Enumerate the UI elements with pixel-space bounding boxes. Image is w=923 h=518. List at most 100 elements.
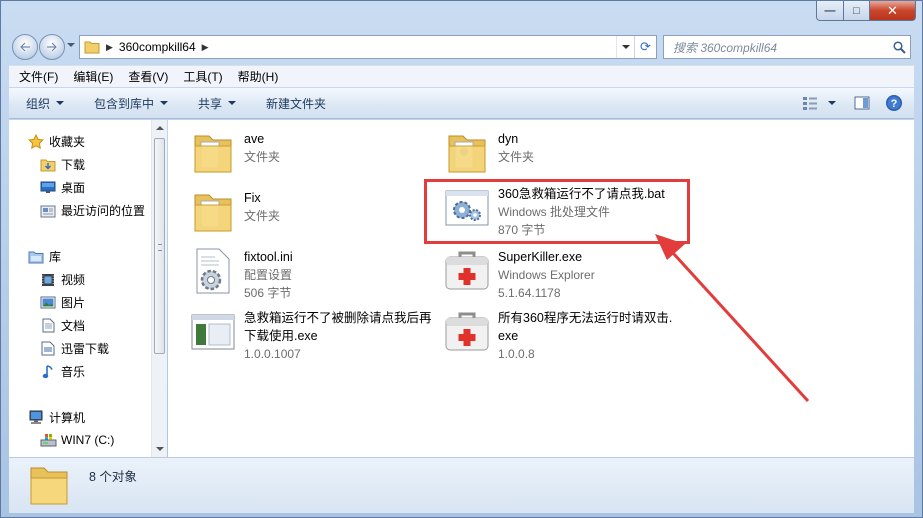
sidebar-item-recent-places[interactable]: 最近访问的位置	[39, 202, 145, 219]
back-arrow-icon	[19, 42, 30, 52]
file-item-fixtool-ini[interactable]: fixtool.ini 配置设置 506 字节	[186, 246, 293, 302]
menu-edit[interactable]: 编辑(E)	[63, 68, 118, 85]
organize-button[interactable]: 组织	[9, 90, 74, 116]
chevron-down-icon	[56, 101, 65, 105]
breadcrumb-separator-icon[interactable]: ▶	[106, 42, 113, 53]
new-folder-button[interactable]: 新建文件夹	[256, 90, 336, 116]
minimize-button[interactable]: —	[816, 1, 844, 21]
file-name: SuperKiller.exe	[498, 250, 583, 264]
menu-tools[interactable]: 工具(T)	[173, 68, 227, 85]
sidebar-item-label: 迅雷下载	[61, 342, 110, 356]
forward-button[interactable]	[39, 34, 65, 60]
back-button[interactable]	[12, 34, 38, 60]
share-button[interactable]: 共享	[188, 90, 246, 116]
grip-icon	[158, 244, 162, 251]
sidebar-item-music[interactable]: 音乐	[39, 363, 85, 380]
svg-text:?: ?	[891, 98, 898, 110]
scrollbar-thumb[interactable]	[154, 138, 165, 354]
view-dropdown[interactable]	[824, 90, 840, 116]
sidebar-item-libraries[interactable]: 库	[27, 248, 61, 265]
preview-pane-icon	[854, 96, 870, 110]
file-item-ave[interactable]: ave 文件夹	[186, 128, 280, 178]
annotation-arrow-icon	[655, 234, 810, 403]
file-name: fixtool.ini	[244, 250, 293, 264]
sidebar-item-favorites[interactable]: 收藏夹	[27, 133, 85, 150]
file-size: 506 字节	[244, 286, 292, 300]
file-type: 文件夹	[498, 150, 535, 164]
change-view-button[interactable]	[796, 90, 824, 116]
recent-pages-dropdown[interactable]	[67, 43, 75, 47]
file-item-dyn[interactable]: dyn 文件夹	[440, 128, 534, 178]
video-icon	[39, 272, 57, 288]
caption-buttons: — □ ✕	[816, 1, 916, 21]
sidebar-item-label: 图片	[61, 296, 86, 310]
file-name: dyn	[498, 132, 519, 146]
sidebar-item-xunlei-downloads[interactable]: 迅雷下载	[39, 340, 109, 357]
breadcrumb-separator-icon[interactable]: ▶	[202, 42, 209, 53]
music-note-icon	[39, 364, 57, 380]
menu-file[interactable]: 文件(F)	[9, 68, 63, 85]
preview-pane-button[interactable]	[848, 90, 876, 116]
include-in-library-button[interactable]: 包含到库中	[84, 90, 178, 116]
address-history-dropdown[interactable]	[616, 36, 634, 58]
sidebar-item-label: 音乐	[61, 365, 86, 379]
include-in-library-label: 包含到库中	[94, 96, 155, 111]
sidebar-item-videos[interactable]: 视频	[39, 271, 85, 288]
file-name-continued: 下载使用.exe	[244, 329, 318, 343]
navigation-pane: 收藏夹 下载 桌面 最近访问的位置 库 视频 图片 文档 迅雷下载 音乐 计算机…	[9, 120, 167, 457]
search-icon[interactable]	[888, 40, 910, 54]
desktop-icon	[39, 180, 57, 196]
status-bar: 8 个对象	[9, 457, 914, 513]
sidebar-item-label: 计算机	[49, 411, 86, 425]
menu-help[interactable]: 帮助(H)	[228, 68, 284, 85]
search-input[interactable]: 搜索 360compkill64	[663, 35, 911, 59]
documents-icon	[39, 318, 57, 334]
sidebar-item-documents[interactable]: 文档	[39, 317, 85, 334]
scroll-up-arrow-icon[interactable]	[156, 126, 164, 130]
file-name: ave	[244, 132, 265, 146]
maximize-button[interactable]: □	[844, 1, 870, 21]
downloads-folder-icon	[39, 157, 57, 173]
folder-icon	[84, 41, 100, 54]
sidebar-item-drive-c[interactable]: WIN7 (C:)	[39, 432, 114, 448]
close-button[interactable]: ✕	[870, 1, 916, 21]
menu-bar: 文件(F) 编辑(E) 查看(V) 工具(T) 帮助(H)	[9, 65, 914, 87]
share-label: 共享	[198, 96, 223, 111]
file-description: Windows Explorer	[498, 268, 595, 282]
help-icon: ?	[886, 95, 902, 111]
refresh-button[interactable]: ⟳	[634, 36, 656, 58]
sidebar-item-downloads[interactable]: 下载	[39, 156, 85, 173]
folder-icon	[30, 467, 68, 505]
file-type: 配置设置	[244, 268, 293, 282]
scroll-down-arrow-icon[interactable]	[156, 447, 164, 451]
address-row: ▶ 360compkill64 ▶ ⟳ 搜索 360compkill64	[1, 31, 922, 63]
address-bar[interactable]: ▶ 360compkill64 ▶ ⟳	[79, 35, 657, 59]
sidebar-item-label: 下载	[61, 158, 86, 172]
sidebar-item-label: 桌面	[61, 181, 86, 195]
file-name: Fix	[244, 191, 261, 205]
pictures-icon	[39, 295, 57, 311]
navigation-scrollbar[interactable]	[151, 120, 167, 457]
chevron-down-icon	[160, 101, 169, 105]
file-type: 文件夹	[244, 150, 281, 164]
app-window-icon	[186, 307, 240, 357]
item-count: 8 个对象	[89, 470, 137, 484]
refresh-icon: ⟳	[640, 39, 651, 54]
file-item-fix[interactable]: Fix 文件夹	[186, 187, 280, 237]
file-version: 5.1.64.1178	[498, 286, 561, 300]
chevron-down-icon	[228, 101, 237, 105]
file-item-all360-exe[interactable]: 所有360程序无法运行时请双击. exe 1.0.0.8	[440, 307, 672, 363]
file-type: 文件夹	[244, 209, 281, 223]
search-placeholder: 搜索 360compkill64	[673, 40, 778, 55]
menu-view[interactable]: 查看(V)	[118, 68, 173, 85]
sidebar-item-label: 文档	[61, 319, 86, 333]
breadcrumb-segment[interactable]: 360compkill64	[119, 40, 196, 54]
file-item-firstaid-exe[interactable]: 急救箱运行不了被删除请点我后再 下载使用.exe 1.0.0.1007	[186, 307, 432, 363]
help-button[interactable]: ?	[880, 90, 908, 116]
file-item-superkiller[interactable]: SuperKiller.exe Windows Explorer 5.1.64.…	[440, 246, 595, 302]
sidebar-item-computer[interactable]: 计算机	[27, 409, 85, 426]
sidebar-item-label: 视频	[61, 273, 86, 287]
sidebar-item-pictures[interactable]: 图片	[39, 294, 85, 311]
computer-icon	[27, 410, 45, 426]
sidebar-item-desktop[interactable]: 桌面	[39, 179, 85, 196]
